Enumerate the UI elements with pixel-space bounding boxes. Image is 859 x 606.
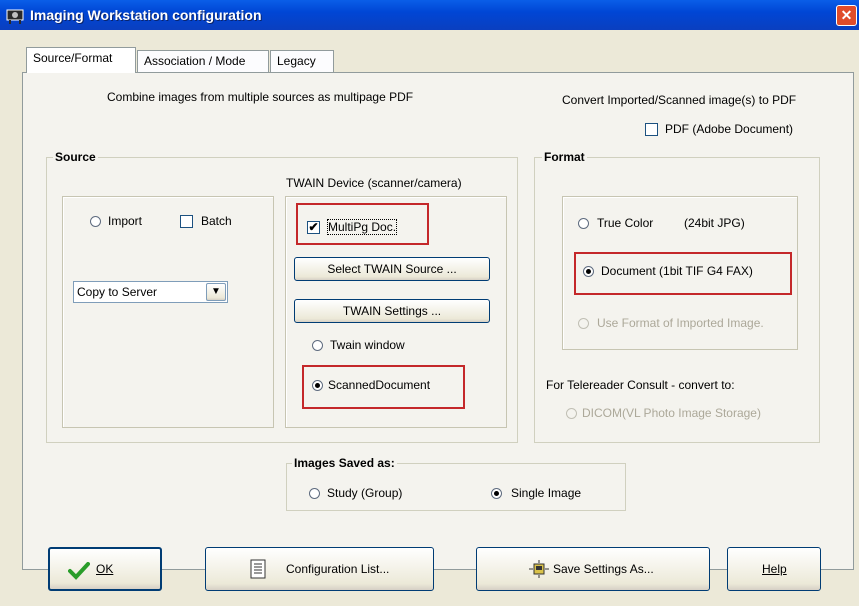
document-format-radio[interactable] bbox=[583, 266, 594, 277]
title-bar: Imaging Workstation configuration ✕ bbox=[0, 0, 859, 30]
twain-window-label: Twain window bbox=[330, 338, 405, 352]
copy-mode-value: Copy to Server bbox=[77, 285, 158, 299]
select-twain-source-button[interactable]: Select TWAIN Source ... bbox=[294, 257, 490, 281]
import-radio[interactable] bbox=[90, 216, 101, 227]
format-group-label: Format bbox=[542, 150, 587, 164]
tab-legacy[interactable]: Legacy bbox=[270, 50, 334, 72]
use-imported-format-radio[interactable] bbox=[578, 318, 589, 329]
twain-settings-label: TWAIN Settings ... bbox=[342, 304, 442, 318]
close-button[interactable]: ✕ bbox=[836, 5, 857, 26]
multipg-checkbox-label: MultiPg Doc. bbox=[326, 219, 398, 235]
scanned-document-label: ScannedDocument bbox=[328, 378, 431, 392]
true-color-detail: (24bit JPG) bbox=[684, 216, 745, 230]
true-color-label: True Color bbox=[597, 216, 654, 230]
tab-association-mode[interactable]: Association / Mode bbox=[137, 50, 269, 72]
source-import-panel bbox=[62, 196, 274, 428]
true-color-radio[interactable] bbox=[578, 218, 589, 229]
dropdown-arrow-button[interactable]: ▼ bbox=[206, 283, 226, 301]
help-button[interactable]: Help bbox=[727, 547, 821, 591]
twain-settings-button[interactable]: TWAIN Settings ... bbox=[294, 299, 490, 323]
configuration-list-label: Configuration List... bbox=[286, 562, 390, 576]
single-image-label: Single Image bbox=[511, 486, 582, 500]
twain-device-heading: TWAIN Device (scanner/camera) bbox=[286, 176, 462, 190]
combine-description: Combine images from multiple sources as … bbox=[107, 90, 414, 104]
pdf-checkbox-label: PDF (Adobe Document) bbox=[665, 122, 794, 136]
tab-label: Legacy bbox=[277, 54, 316, 68]
camera-icon bbox=[6, 9, 24, 24]
multipg-checkbox[interactable]: ✔ bbox=[307, 221, 320, 234]
close-icon: ✕ bbox=[840, 7, 853, 23]
tab-label: Association / Mode bbox=[144, 54, 246, 68]
help-label: Help bbox=[762, 562, 787, 576]
select-twain-source-label: Select TWAIN Source ... bbox=[327, 262, 457, 276]
source-group-label: Source bbox=[53, 150, 98, 164]
configuration-list-button[interactable]: Configuration List... bbox=[205, 547, 434, 591]
list-document-icon bbox=[250, 559, 266, 579]
scanned-document-radio[interactable] bbox=[312, 380, 323, 391]
dicom-label: DICOM(VL Photo Image Storage) bbox=[582, 406, 761, 420]
use-imported-format-label: Use Format of Imported Image. bbox=[597, 316, 764, 330]
convert-description: Convert Imported/Scanned image(s) to PDF bbox=[562, 93, 797, 107]
document-format-label: Document (1bit TIF G4 FAX) bbox=[601, 264, 753, 278]
dicom-radio[interactable] bbox=[566, 408, 577, 419]
ok-button[interactable]: OK bbox=[48, 547, 162, 591]
images-saved-as-label: Images Saved as: bbox=[292, 456, 397, 470]
import-radio-label: Import bbox=[108, 214, 143, 228]
checkmark-icon bbox=[68, 562, 90, 580]
twain-window-radio[interactable] bbox=[312, 340, 323, 351]
telereader-heading: For Telereader Consult - convert to: bbox=[546, 378, 735, 392]
study-group-radio[interactable] bbox=[309, 488, 320, 499]
save-settings-label: Save Settings As... bbox=[553, 562, 654, 576]
batch-checkbox-label: Batch bbox=[201, 214, 232, 228]
tab-label: Source/Format bbox=[33, 51, 113, 65]
tab-source-format[interactable]: Source/Format bbox=[26, 47, 136, 73]
save-settings-button[interactable]: Save Settings As... bbox=[476, 547, 710, 591]
copy-mode-dropdown[interactable]: Copy to Server ▼ bbox=[73, 281, 228, 303]
ok-label: OK bbox=[96, 562, 114, 576]
window-title: Imaging Workstation configuration bbox=[30, 7, 262, 23]
chevron-down-icon: ▼ bbox=[211, 286, 221, 297]
batch-checkbox[interactable] bbox=[180, 215, 193, 228]
save-settings-icon bbox=[529, 560, 549, 578]
single-image-radio[interactable] bbox=[491, 488, 502, 499]
study-group-label: Study (Group) bbox=[327, 486, 403, 500]
checkmark-icon: ✔ bbox=[308, 220, 319, 234]
pdf-checkbox[interactable] bbox=[645, 123, 658, 136]
